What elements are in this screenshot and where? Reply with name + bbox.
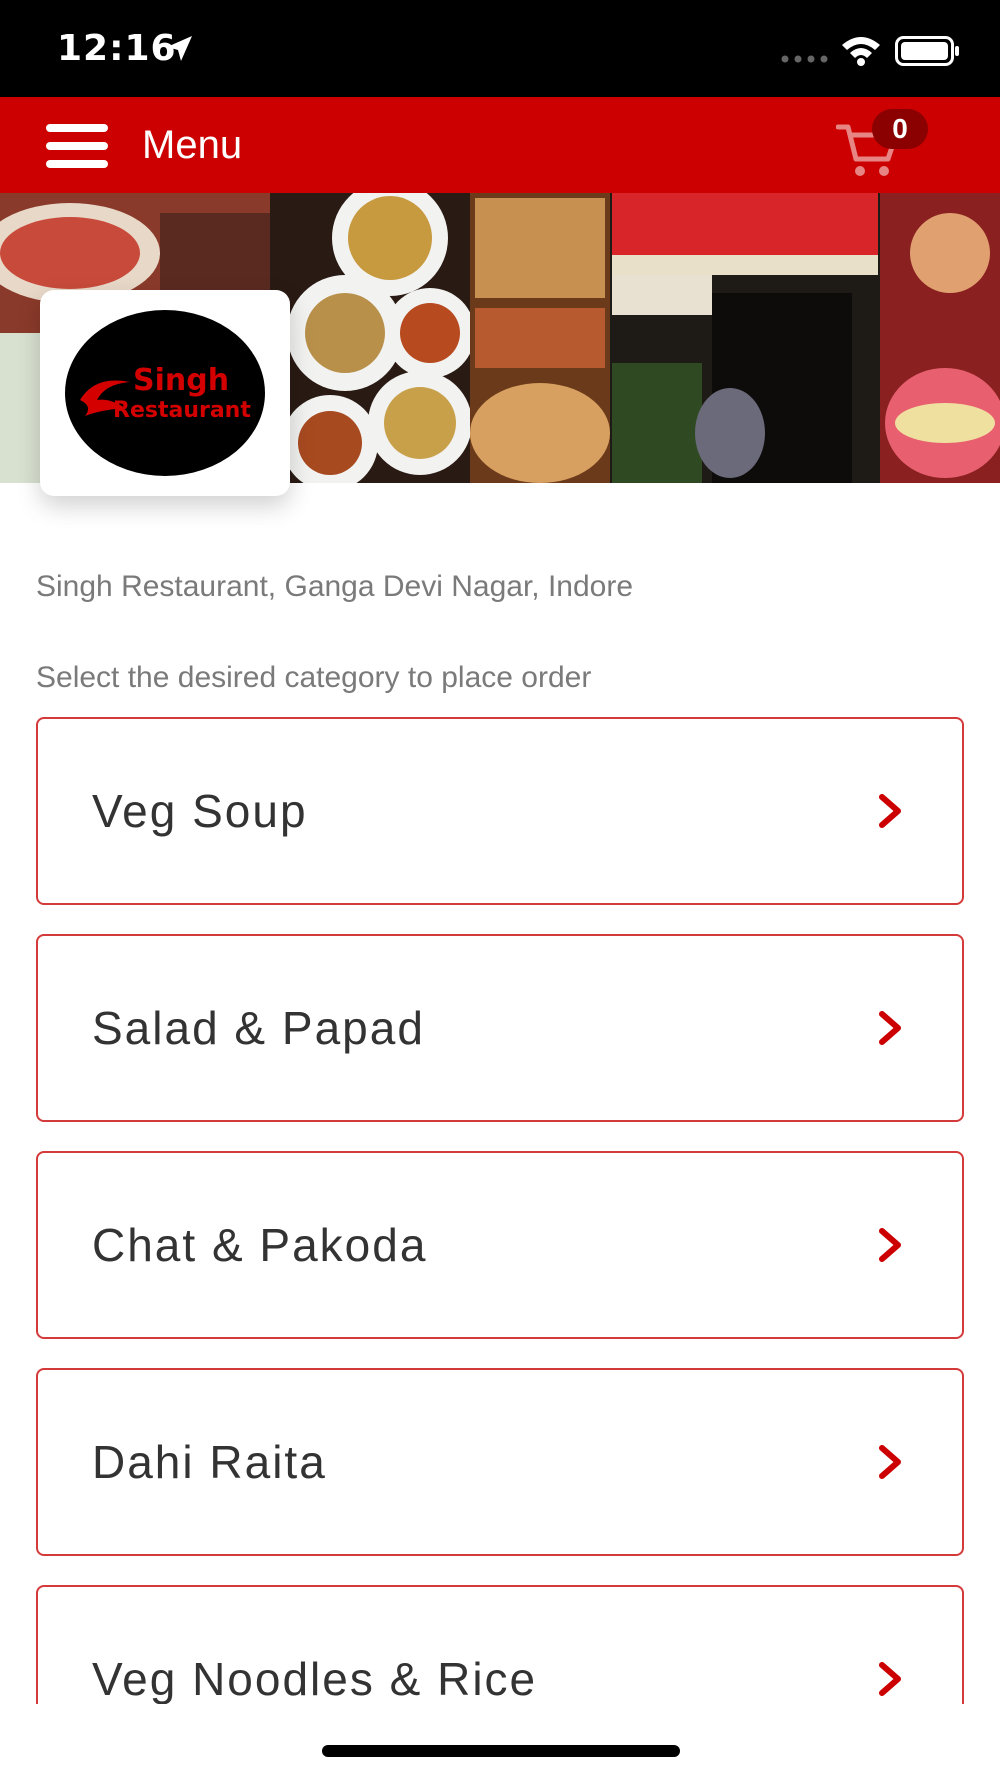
- category-item-veg-noodles-rice[interactable]: Veg Noodles & Rice: [36, 1585, 964, 1704]
- chevron-right-icon: [879, 1228, 901, 1262]
- category-item-salad-papad[interactable]: Salad & Papad: [36, 934, 964, 1122]
- logo-text-primary: Singh: [133, 363, 230, 398]
- battery-icon: [895, 36, 959, 66]
- category-label: Dahi Raita: [92, 1436, 327, 1488]
- hamburger-menu-button[interactable]: [46, 124, 108, 168]
- chevron-right-icon: [879, 1662, 901, 1696]
- logo-text-secondary: Restaurant: [113, 398, 251, 423]
- category-label: Veg Soup: [92, 785, 308, 837]
- wifi-icon: [842, 37, 880, 66]
- restaurant-address: Singh Restaurant, Ganga Devi Nagar, Indo…: [36, 570, 634, 603]
- page-title: Menu: [142, 123, 243, 167]
- category-label: Salad & Papad: [92, 1002, 425, 1054]
- signal-dots-icon: [781, 55, 828, 63]
- chevron-right-icon: [879, 794, 901, 828]
- category-label: Veg Noodles & Rice: [92, 1653, 538, 1704]
- category-label: Chat & Pakoda: [92, 1219, 428, 1271]
- category-item-chat-pakoda[interactable]: Chat & Pakoda: [36, 1151, 964, 1339]
- category-item-veg-soup[interactable]: Veg Soup: [36, 717, 964, 905]
- app-bar: Menu 0: [0, 97, 1000, 193]
- restaurant-logo-card: Singh Restaurant: [40, 290, 290, 496]
- category-item-dahi-raita[interactable]: Dahi Raita: [36, 1368, 964, 1556]
- home-indicator[interactable]: [322, 1745, 680, 1757]
- restaurant-logo: Singh Restaurant: [65, 310, 265, 476]
- location-arrow-icon: [167, 36, 192, 61]
- instruction-text: Select the desired category to place ord…: [36, 661, 592, 694]
- chevron-right-icon: [879, 1445, 901, 1479]
- cart-button[interactable]: 0: [836, 109, 928, 187]
- status-time: 12:16: [57, 28, 177, 69]
- cart-count-badge: 0: [872, 109, 928, 149]
- chevron-right-icon: [879, 1011, 901, 1045]
- status-bar: 12:16: [0, 0, 1000, 97]
- category-list: Veg Soup Salad & Papad Chat & Pakoda Dah…: [0, 716, 1000, 1704]
